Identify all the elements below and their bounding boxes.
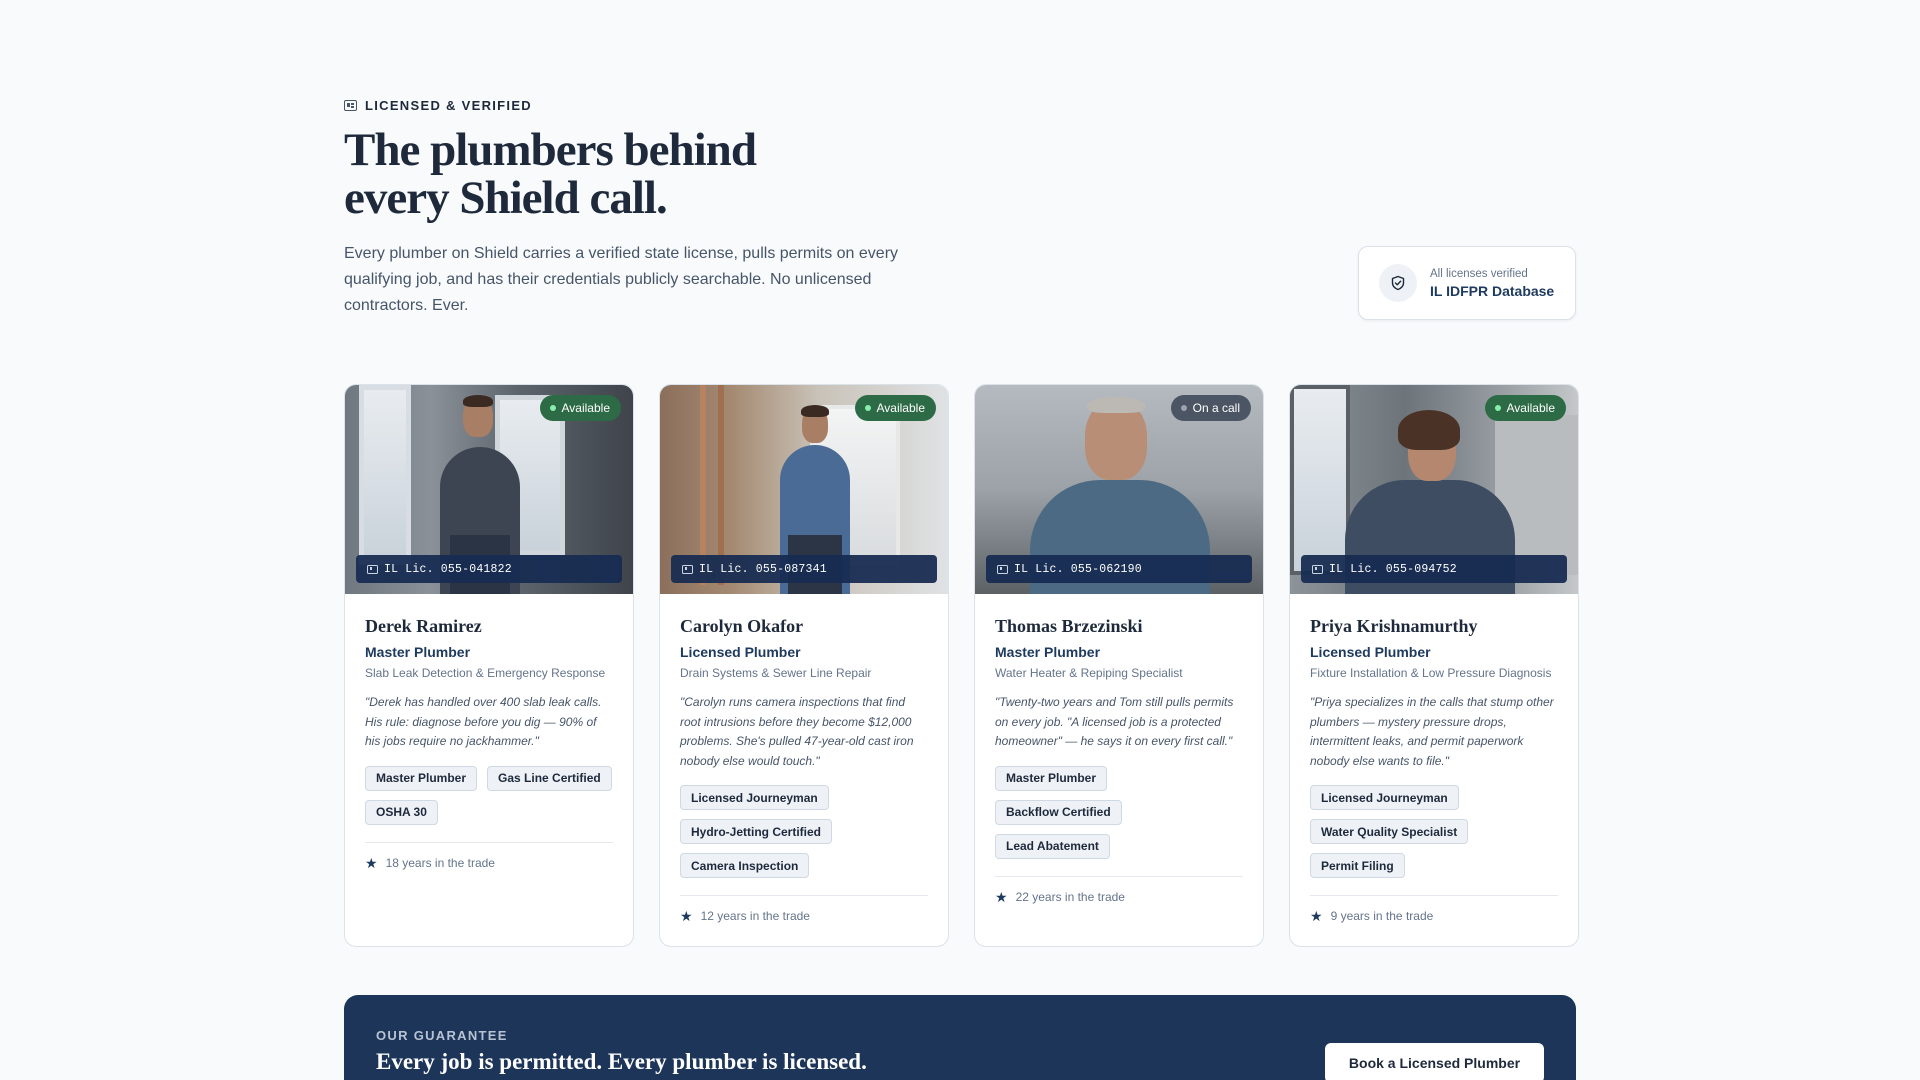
plumber-role: Master Plumber: [365, 644, 471, 660]
id-card-icon: [1312, 564, 1323, 574]
license-label: IL Lic. 055-087341: [699, 562, 827, 576]
plumber-specialty: Fixture Installation & Low Pressure Diag…: [1310, 666, 1552, 680]
id-card-icon: [997, 564, 1008, 574]
plumber-card[interactable]: Available IL Lic. 055-087341 Carolyn Oka…: [659, 384, 949, 947]
id-card-icon: [367, 564, 378, 574]
plumber-quote: "Derek has handled over 400 slab leak ca…: [365, 695, 602, 748]
plumber-cards: Available IL Lic. 055-041822 Derek Ramir…: [344, 384, 1579, 947]
license-label: IL Lic. 055-041822: [384, 562, 512, 576]
credential-tag: Master Plumber: [365, 765, 478, 791]
experience: ★ 18 years in the trade: [365, 856, 613, 870]
status-dot-icon: [864, 405, 871, 411]
plumber-quote: "Twenty-two years and Tom still pulls pe…: [995, 695, 1234, 748]
plumber-photo: Available IL Lic. 055-087341: [660, 385, 948, 594]
status-dot-icon: [1494, 405, 1501, 411]
status-dot-icon: [549, 405, 556, 411]
license-label: IL Lic. 055-094752: [1329, 562, 1457, 576]
plumber-card[interactable]: Available IL Lic. 055-041822 Derek Ramir…: [344, 384, 634, 947]
guarantee-kicker: OUR GUARANTEE: [376, 1028, 508, 1043]
experience: ★ 22 years in the trade: [995, 890, 1243, 904]
section-description: Every plumber on Shield carries a verifi…: [344, 245, 899, 314]
plumber-specialty: Slab Leak Detection & Emergency Response: [365, 666, 606, 680]
credential-tags: Master Plumber Gas Line Certified OSHA 3…: [365, 765, 613, 825]
status-label: On a call: [1192, 401, 1240, 415]
divider: [1310, 895, 1558, 896]
experience-label: 18 years in the trade: [385, 855, 495, 870]
plumber-name: Carolyn Okafor: [680, 616, 804, 636]
credential-tag: Hydro-Jetting Certified: [680, 819, 833, 844]
credential-tag: Gas Line Certified: [487, 765, 612, 791]
status-badge: Available: [539, 395, 621, 421]
experience: ★ 12 years in the trade: [680, 909, 928, 923]
status-badge: Available: [854, 395, 936, 421]
plumber-photo: On a call IL Lic. 055-062190: [975, 385, 1263, 594]
license-number: IL Lic. 055-041822: [356, 555, 622, 583]
credential-tag: Permit Filing: [1310, 853, 1405, 878]
plumber-quote: "Carolyn runs camera inspections that fi…: [680, 695, 914, 768]
verification-source: IL IDFPR Database: [1430, 282, 1555, 299]
credential-tag: Licensed Journeyman: [680, 785, 829, 810]
plumber-card[interactable]: Available IL Lic. 055-094752 Priya Krish…: [1289, 384, 1579, 947]
guarantee-headline: Every job is permitted. Every plumber is…: [376, 1049, 867, 1074]
divider: [995, 875, 1243, 877]
star-icon: ★: [1310, 908, 1323, 924]
experience-label: 22 years in the trade: [1015, 889, 1125, 904]
experience-label: 9 years in the trade: [1330, 909, 1434, 923]
plumber-specialty: Drain Systems & Sewer Line Repair: [680, 666, 872, 680]
divider: [680, 895, 928, 896]
plumber-name: Derek Ramirez: [365, 616, 482, 636]
license-number: IL Lic. 055-087341: [671, 555, 937, 583]
section-eyebrow: LICENSED & VERIFIED: [344, 98, 532, 113]
status-label: Available: [876, 401, 925, 415]
credential-tag: OSHA 30: [365, 799, 438, 825]
id-card-icon: [682, 564, 693, 574]
experience: ★ 9 years in the trade: [1310, 909, 1558, 923]
status-label: Available: [1506, 401, 1555, 415]
experience-label: 12 years in the trade: [700, 909, 810, 923]
status-badge: On a call: [1170, 395, 1251, 421]
plumber-photo: Available IL Lic. 055-041822: [345, 385, 633, 594]
credential-tags: Licensed Journeyman Hydro-Jetting Certif…: [680, 785, 928, 878]
license-label: IL Lic. 055-062190: [1014, 562, 1142, 576]
plumber-role: Licensed Plumber: [680, 644, 801, 660]
guarantee-banner: OUR GUARANTEE Every job is permitted. Ev…: [344, 995, 1576, 1080]
eyebrow-label: LICENSED & VERIFIED: [365, 98, 532, 113]
verification-badge: All licenses verified IL IDFPR Database: [1358, 246, 1576, 320]
star-icon: ★: [365, 854, 378, 871]
license-number: IL Lic. 055-062190: [986, 555, 1252, 583]
credential-tags: Licensed Journeyman Water Quality Specia…: [1310, 785, 1558, 878]
star-icon: ★: [680, 908, 693, 924]
plumber-role: Licensed Plumber: [1310, 644, 1431, 660]
status-badge: Available: [1484, 395, 1566, 421]
credential-tag: Lead Abatement: [995, 833, 1110, 859]
plumber-quote: "Priya specializes in the calls that stu…: [1310, 695, 1554, 768]
plumber-specialty: Water Heater & Repiping Specialist: [995, 666, 1183, 680]
credential-tag: Master Plumber: [995, 765, 1108, 791]
credential-tag: Backflow Certified: [995, 799, 1122, 825]
status-dot-icon: [1180, 405, 1187, 411]
page-title: The plumbers behind every Shield call.: [344, 124, 757, 224]
status-label: Available: [561, 401, 610, 415]
plumber-name: Thomas Brzezinski: [995, 616, 1143, 636]
plumber-photo: Available IL Lic. 055-094752: [1290, 385, 1578, 594]
id-card-icon: [344, 100, 357, 111]
plumber-name: Priya Krishnamurthy: [1310, 616, 1478, 636]
plumber-card[interactable]: On a call IL Lic. 055-062190 Thomas Brze…: [974, 384, 1264, 947]
plumber-role: Master Plumber: [995, 644, 1101, 660]
license-number: IL Lic. 055-094752: [1301, 555, 1567, 583]
star-icon: ★: [995, 888, 1008, 905]
credential-tag: Water Quality Specialist: [1310, 819, 1469, 844]
verification-label: All licenses verified: [1430, 267, 1528, 280]
credential-tag: Licensed Journeyman: [1310, 785, 1459, 810]
divider: [365, 841, 613, 843]
credential-tags: Master Plumber Backflow Certified Lead A…: [995, 765, 1243, 859]
credential-tag: Camera Inspection: [680, 853, 810, 878]
shield-check-icon: [1379, 264, 1417, 302]
book-plumber-button[interactable]: Book a Licensed Plumber: [1325, 1043, 1544, 1080]
